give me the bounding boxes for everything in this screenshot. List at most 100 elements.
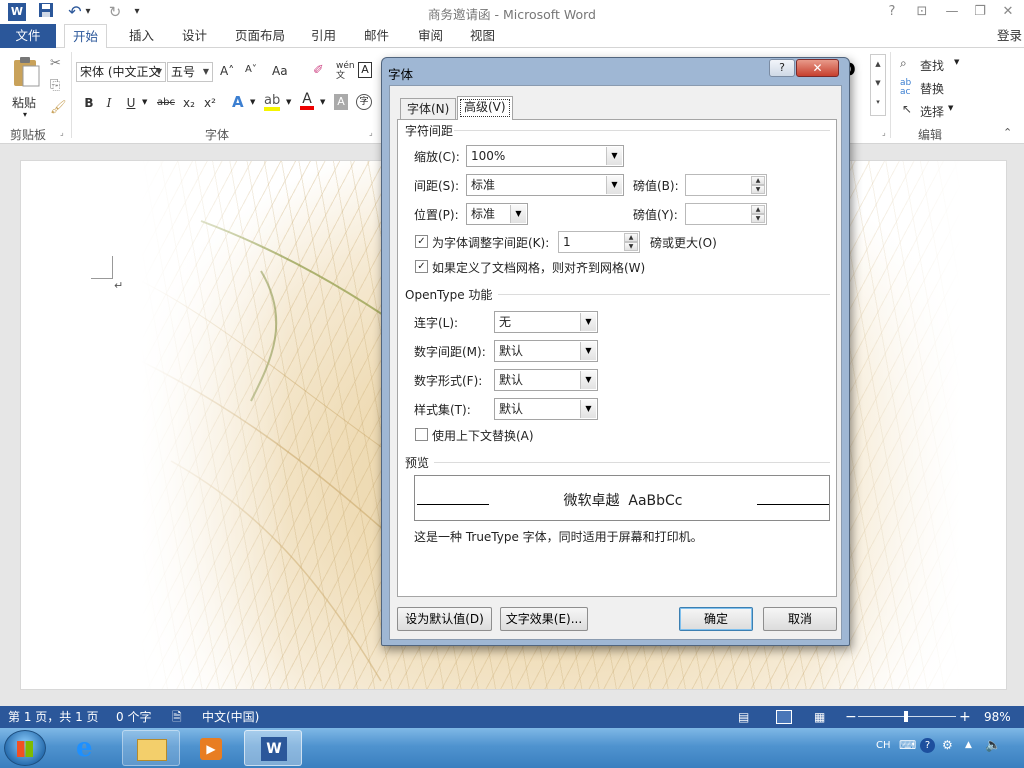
spin-up-icon[interactable]: ▲ bbox=[624, 233, 638, 242]
dialog-launcher-icon[interactable]: ⌟ bbox=[60, 128, 64, 137]
chevron-down-icon[interactable]: ▼ bbox=[320, 98, 325, 106]
number-spacing-combo[interactable]: 默认 ▼ bbox=[494, 340, 598, 362]
spin-down-icon[interactable]: ▼ bbox=[751, 185, 765, 194]
chevron-down-icon[interactable]: ▼ bbox=[200, 63, 212, 81]
copy-icon[interactable]: ⎘ bbox=[50, 78, 60, 93]
replace-button[interactable]: ab ac 替换 bbox=[900, 79, 966, 97]
collapse-ribbon-icon[interactable]: ⌃ bbox=[1003, 126, 1012, 139]
underline-button[interactable]: U bbox=[122, 94, 140, 112]
char-shading-icon[interactable]: A bbox=[334, 94, 348, 110]
format-painter-icon[interactable]: 🖌 bbox=[50, 100, 67, 115]
dialog-launcher-icon[interactable]: ⌟ bbox=[882, 128, 886, 137]
find-button[interactable]: ⌕ 查找 ▼ bbox=[900, 56, 966, 74]
text-cursor[interactable]: ↵ bbox=[114, 279, 123, 292]
close-button[interactable]: ✕ bbox=[994, 2, 1022, 22]
ime-indicator[interactable]: CH bbox=[876, 740, 891, 751]
spacing-combo[interactable]: 标准 ▼ bbox=[466, 174, 624, 196]
paste-button[interactable]: 粘贴 ▾ bbox=[8, 54, 44, 119]
dialog-help-button[interactable]: ? bbox=[769, 59, 795, 77]
minimize-button[interactable]: — bbox=[938, 2, 966, 22]
tab-design[interactable]: 设计 bbox=[174, 24, 215, 48]
dialog-launcher-icon[interactable]: ⌟ bbox=[369, 128, 373, 137]
zoom-slider-thumb[interactable] bbox=[904, 711, 909, 722]
word-count[interactable]: 0 个字 bbox=[116, 706, 151, 728]
tab-advanced[interactable]: 高级(V) bbox=[457, 96, 513, 120]
tab-font[interactable]: 字体(N) bbox=[400, 98, 457, 119]
text-effects-button[interactable]: 文字效果(E)... bbox=[500, 607, 588, 631]
zoom-in-button[interactable]: + bbox=[959, 706, 971, 728]
snap-to-grid-checkbox[interactable]: ✓ bbox=[415, 260, 428, 273]
ligatures-combo[interactable]: 无 ▼ bbox=[494, 311, 598, 333]
kerning-spinner[interactable]: 1 ▲ ▼ bbox=[558, 231, 640, 253]
cancel-button[interactable]: 取消 bbox=[763, 607, 837, 631]
chevron-down-icon[interactable]: ▼ bbox=[580, 371, 596, 389]
print-layout-icon[interactable] bbox=[776, 710, 792, 724]
spin-down-icon[interactable]: ▼ bbox=[751, 214, 765, 223]
taskbar-word[interactable]: W bbox=[244, 730, 302, 766]
chevron-down-icon[interactable]: ▼ bbox=[580, 313, 596, 331]
superscript-button[interactable]: x² bbox=[201, 94, 219, 112]
help-button[interactable]: ? bbox=[878, 2, 906, 22]
cut-icon[interactable]: ✂ bbox=[50, 56, 61, 71]
select-button[interactable]: ↖ 选择 ▼ bbox=[900, 102, 966, 120]
tab-review[interactable]: 审阅 bbox=[410, 24, 451, 48]
chevron-down-icon[interactable]: ▼ bbox=[153, 63, 165, 81]
taskbar-explorer[interactable] bbox=[122, 730, 180, 766]
contextual-alternates-label[interactable]: 使用上下文替换(A) bbox=[432, 427, 534, 444]
volume-icon[interactable]: 🔈 bbox=[985, 738, 1001, 753]
tray-expand-icon[interactable]: ▲ bbox=[965, 740, 972, 750]
italic-button[interactable]: I bbox=[100, 94, 118, 112]
font-color-icon[interactable]: A bbox=[300, 92, 314, 110]
restore-button[interactable]: ❐ bbox=[966, 2, 994, 22]
stylistic-sets-combo[interactable]: 默认 ▼ bbox=[494, 398, 598, 420]
language-indicator[interactable]: 中文(中国) bbox=[202, 706, 259, 728]
tab-references[interactable]: 引用 bbox=[303, 24, 344, 48]
shrink-font-button[interactable]: A˅ bbox=[245, 64, 257, 75]
sign-in-link[interactable]: 登录 bbox=[997, 25, 1022, 44]
ribbon-display-options-button[interactable]: ⊡ bbox=[908, 2, 936, 22]
gallery-scroll[interactable]: ▲ ▼ ▾ bbox=[870, 54, 886, 116]
chevron-down-icon[interactable]: ▼ bbox=[606, 147, 622, 165]
page-count[interactable]: 第 1 页，共 1 页 bbox=[8, 706, 99, 728]
change-case-button[interactable]: Aa bbox=[272, 64, 288, 78]
strikethrough-button[interactable]: abc bbox=[156, 94, 176, 112]
phonetic-guide-icon[interactable]: wén 文 bbox=[336, 61, 355, 81]
zoom-level[interactable]: 98% bbox=[984, 706, 1011, 728]
kerning-label[interactable]: 为字体调整字间距(K): bbox=[432, 234, 549, 251]
keyboard-icon[interactable]: ⌨ bbox=[899, 738, 916, 752]
chevron-down-icon[interactable]: ▼ bbox=[510, 205, 526, 223]
enclose-char-icon[interactable]: 字 bbox=[356, 94, 372, 110]
chevron-down-icon[interactable]: ▼ bbox=[606, 176, 622, 194]
tab-mailings[interactable]: 邮件 bbox=[356, 24, 397, 48]
position-combo[interactable]: 标准 ▼ bbox=[466, 203, 528, 225]
clear-format-icon[interactable]: ✐ bbox=[313, 63, 324, 78]
grow-font-button[interactable]: A˄ bbox=[220, 64, 234, 78]
number-forms-combo[interactable]: 默认 ▼ bbox=[494, 369, 598, 391]
font-name-combo[interactable]: 宋体 (中文正文 ▼ bbox=[76, 62, 166, 82]
highlight-icon[interactable]: ab bbox=[264, 93, 280, 111]
tab-layout[interactable]: 页面布局 bbox=[227, 24, 293, 48]
spin-up-icon[interactable]: ▲ bbox=[751, 176, 765, 185]
subscript-button[interactable]: x₂ bbox=[180, 94, 198, 112]
contextual-alternates-checkbox[interactable] bbox=[415, 428, 428, 441]
position-by-spinner[interactable]: ▲ ▼ bbox=[685, 203, 767, 225]
bold-button[interactable]: B bbox=[80, 94, 98, 112]
ok-button[interactable]: 确定 bbox=[679, 607, 753, 631]
read-mode-icon[interactable]: ▤ bbox=[738, 706, 749, 728]
taskbar-ie[interactable]: e bbox=[62, 730, 120, 766]
font-size-combo[interactable]: 五号 ▼ bbox=[167, 62, 213, 82]
tab-view[interactable]: 视图 bbox=[462, 24, 503, 48]
spin-down-icon[interactable]: ▼ bbox=[624, 242, 638, 251]
scale-combo[interactable]: 100% ▼ bbox=[466, 145, 624, 167]
char-border-icon[interactable]: A bbox=[358, 62, 372, 78]
chevron-down-icon[interactable]: ▼ bbox=[580, 400, 596, 418]
snap-to-grid-label[interactable]: 如果定义了文档网格，则对齐到网格(W) bbox=[432, 259, 645, 276]
start-button[interactable] bbox=[4, 730, 46, 766]
spin-up-icon[interactable]: ▲ bbox=[751, 205, 765, 214]
kerning-checkbox[interactable]: ✓ bbox=[415, 235, 428, 248]
set-default-button[interactable]: 设为默认值(D) bbox=[397, 607, 492, 631]
proofing-icon[interactable]: 🗎 bbox=[172, 706, 182, 728]
spacing-by-spinner[interactable]: ▲ ▼ bbox=[685, 174, 767, 196]
tab-file[interactable]: 文件 bbox=[0, 24, 56, 48]
dialog-close-button[interactable]: ✕ bbox=[796, 59, 839, 77]
